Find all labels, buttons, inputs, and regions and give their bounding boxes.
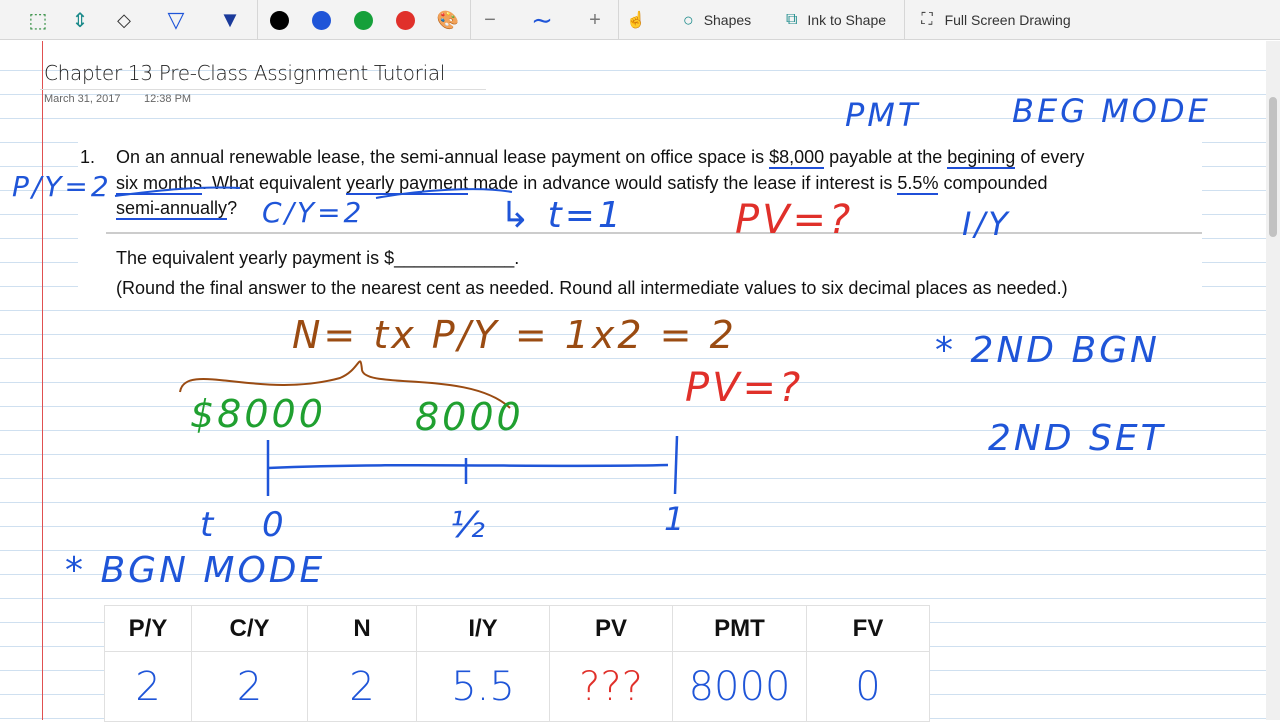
value-iy[interactable]: 5.5 xyxy=(416,651,550,722)
value-py[interactable]: 2 xyxy=(104,651,192,722)
header-n: N xyxy=(307,605,417,652)
ink-tick-1 xyxy=(673,435,679,495)
ink-t-label[interactable]: t xyxy=(200,505,216,545)
ink-underline-six-months xyxy=(114,186,241,197)
calculator-inputs-table: P/Y C/Y N I/Y PV PMT FV 2 2 2 5.5 ??? 80… xyxy=(104,605,930,722)
ink-t-half[interactable]: ½ xyxy=(450,505,488,546)
value-fv[interactable]: 0 xyxy=(806,651,930,722)
ink-payment-1[interactable]: $8000 xyxy=(190,392,326,436)
value-pv[interactable]: ??? xyxy=(549,651,673,722)
header-pmt: PMT xyxy=(672,605,807,652)
ink-t0[interactable]: 0 xyxy=(262,505,287,545)
ink-timeline xyxy=(267,463,669,470)
header-cy: C/Y xyxy=(191,605,308,652)
ink-second-set[interactable]: 2ND SET xyxy=(988,418,1166,459)
header-py: P/Y xyxy=(104,605,192,652)
value-pmt[interactable]: 8000 xyxy=(672,651,807,722)
header-fv: FV xyxy=(806,605,930,652)
ink-pv-question-2[interactable]: PV=? xyxy=(685,365,803,411)
value-cy[interactable]: 2 xyxy=(191,651,308,722)
ink-second-bgn[interactable]: * 2ND BGN xyxy=(935,330,1160,371)
ink-underline-yearly xyxy=(375,188,513,199)
header-iy: I/Y xyxy=(416,605,550,652)
header-pv: PV xyxy=(549,605,673,652)
ink-payment-2[interactable]: 8000 xyxy=(415,395,524,439)
ink-bgn-mode[interactable]: * BGN MODE xyxy=(65,550,325,591)
value-n[interactable]: 2 xyxy=(307,651,417,722)
ink-t1-label[interactable]: 1 xyxy=(664,500,687,538)
